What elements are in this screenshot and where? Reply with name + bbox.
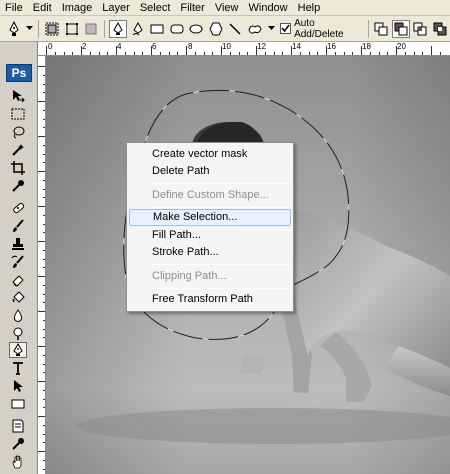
type-tool-icon[interactable] — [9, 360, 27, 376]
menu-item-stroke-path[interactable]: Stroke Path... — [127, 244, 293, 261]
path-selection-tool-icon[interactable] — [9, 378, 27, 394]
menu-filter[interactable]: Filter — [175, 0, 209, 16]
ruler-ticks — [46, 46, 441, 55]
lasso-tool-icon[interactable] — [9, 124, 27, 140]
pen-tool-icon[interactable] — [6, 20, 22, 37]
ellipse-icon[interactable] — [187, 20, 205, 38]
menu-separator — [151, 264, 291, 265]
healing-brush-tool-icon[interactable] — [9, 200, 27, 216]
polygon-icon[interactable] — [207, 20, 225, 38]
intersect-path-areas-icon[interactable] — [412, 20, 430, 38]
rounded-rectangle-icon[interactable] — [168, 20, 186, 38]
menu-item-fill-path[interactable]: Fill Path... — [127, 227, 293, 244]
divider — [38, 19, 40, 38]
menu-edit[interactable]: Edit — [28, 0, 57, 16]
crop-tool-icon[interactable] — [9, 160, 27, 176]
auto-add-delete-checkbox[interactable] — [280, 23, 292, 34]
pen-icon[interactable] — [109, 19, 127, 38]
clone-stamp-tool-icon[interactable] — [9, 236, 27, 252]
options-bar: Auto Add/Delete — [0, 16, 450, 42]
line-icon[interactable] — [227, 20, 245, 38]
paint-bucket-tool-icon[interactable] — [9, 290, 27, 306]
menu-item-clipping-path: Clipping Path... — [152, 270, 227, 282]
move-tool-icon[interactable] — [9, 88, 27, 104]
auto-add-delete-label: Auto Add/Delete — [294, 17, 344, 40]
ruler-ticks-vertical — [38, 66, 45, 470]
hand-tool-icon[interactable] — [9, 454, 27, 470]
toolbox: Ps — [0, 42, 38, 474]
menu-separator — [151, 207, 291, 208]
menu-file[interactable]: File — [0, 0, 28, 16]
add-to-path-area-icon[interactable] — [373, 20, 391, 38]
menu-separator — [151, 183, 291, 184]
shape-dropdown-icon[interactable] — [267, 21, 275, 37]
rectangle-shape-tool-icon[interactable] — [9, 396, 27, 412]
document-canvas[interactable]: Create vector mask Delete Path Define Cu… — [46, 56, 450, 474]
freeform-pen-icon[interactable] — [129, 20, 147, 38]
dodge-tool-icon[interactable] — [9, 326, 27, 342]
eyedropper-tool-icon[interactable] — [9, 178, 27, 194]
menu-window[interactable]: Window — [244, 0, 293, 16]
notes-tool-icon[interactable] — [9, 418, 27, 434]
fill-pixels-icon[interactable] — [83, 20, 101, 38]
ruler-vertical[interactable] — [38, 56, 46, 474]
shape-layers-icon[interactable] — [43, 20, 61, 38]
ruler-horizontal[interactable]: 0 2 4 6 8 10 12 14 16 18 20 — [38, 42, 450, 56]
brush-tool-icon[interactable] — [9, 218, 27, 234]
marquee-tool-icon[interactable] — [9, 106, 27, 122]
menu-view[interactable]: View — [210, 0, 244, 16]
menu-select[interactable]: Select — [135, 0, 176, 16]
exclude-overlap-icon[interactable] — [431, 20, 449, 38]
subtract-path-area-icon[interactable] — [392, 19, 410, 38]
paths-icon[interactable] — [63, 20, 81, 38]
menu-bar: File Edit Image Layer Select Filter View… — [0, 0, 450, 16]
menu-separator — [151, 288, 291, 289]
menu-item-delete-path[interactable]: Delete Path — [127, 163, 293, 180]
menu-help[interactable]: Help — [293, 0, 326, 16]
divider — [104, 19, 106, 38]
path-context-menu: Create vector mask Delete Path Define Cu… — [126, 142, 294, 312]
pen-tool-icon[interactable] — [9, 342, 27, 358]
history-brush-tool-icon[interactable] — [9, 254, 27, 270]
rectangle-icon[interactable] — [148, 20, 166, 38]
eyedropper-icon[interactable] — [9, 436, 27, 452]
menu-layer[interactable]: Layer — [97, 0, 135, 16]
menu-item-make-selection[interactable]: Make Selection... — [129, 209, 291, 226]
divider — [367, 19, 369, 38]
custom-shape-icon[interactable] — [246, 20, 264, 38]
menu-item-define-custom-shape: Define Custom Shape... — [152, 189, 269, 201]
photoshop-logo[interactable]: Ps — [6, 64, 32, 82]
blur-tool-icon[interactable] — [9, 308, 27, 324]
menu-item-free-transform-path[interactable]: Free Transform Path — [127, 291, 293, 308]
menu-image[interactable]: Image — [57, 0, 98, 16]
magic-wand-tool-icon[interactable] — [9, 142, 27, 158]
tool-preset-dropdown-icon[interactable] — [25, 21, 34, 37]
menu-item-create-vector-mask[interactable]: Create vector mask — [127, 146, 293, 163]
eraser-tool-icon[interactable] — [9, 272, 27, 288]
